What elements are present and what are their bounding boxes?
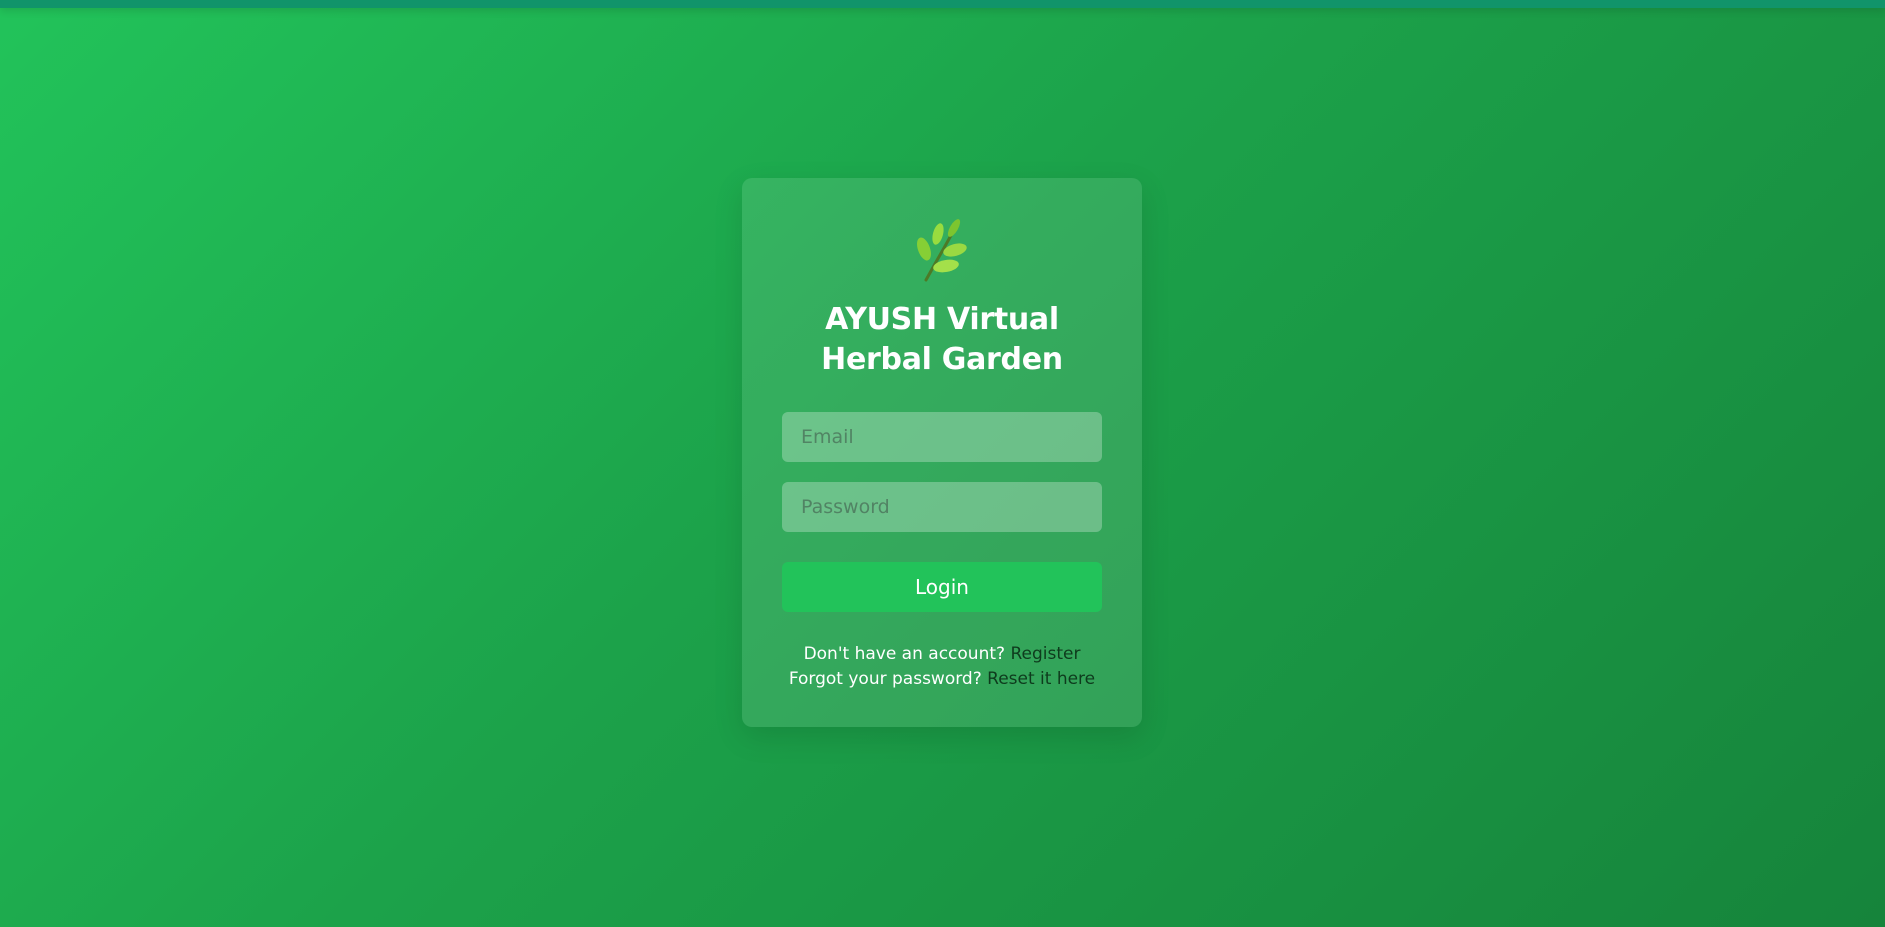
password-input[interactable] <box>782 482 1102 532</box>
top-accent-bar <box>0 0 1885 8</box>
reset-prompt: Forgot your password? <box>788 669 982 689</box>
register-prompt: Don't have an account? <box>803 644 1006 664</box>
login-card: AYUSH Virtual Herbal Garden Login Don't … <box>742 178 1142 727</box>
login-button[interactable]: Login <box>782 562 1102 612</box>
auth-links: Don't have an account? Register Forgot y… <box>782 642 1102 692</box>
register-line: Don't have an account? Register <box>782 642 1102 667</box>
herb-leaf-icon <box>917 219 967 282</box>
reset-line: Forgot your password? Reset it here <box>782 667 1102 692</box>
email-input[interactable] <box>782 412 1102 462</box>
app-title: AYUSH Virtual Herbal Garden <box>821 302 1063 377</box>
reset-password-link[interactable]: Reset it here <box>987 669 1095 689</box>
register-link[interactable]: Register <box>1010 644 1080 664</box>
